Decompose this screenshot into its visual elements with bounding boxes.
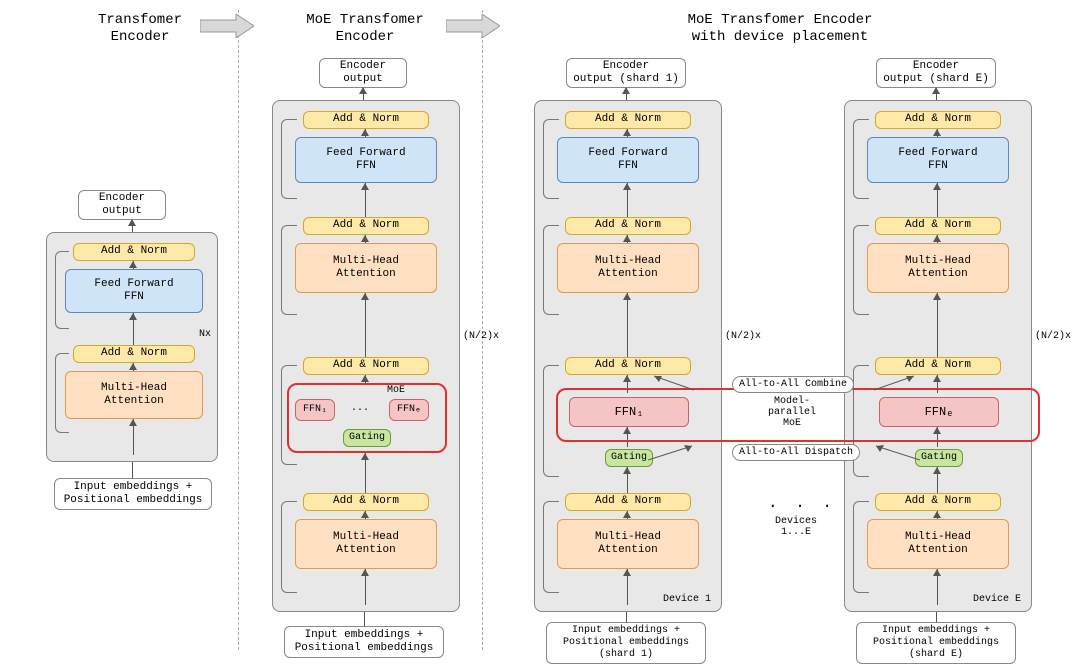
title-moe: MoE Transfomer Encoder: [270, 12, 460, 46]
progress-arrow-1: [200, 14, 254, 38]
mha-d1a: Multi-Head Attention: [557, 243, 699, 293]
dispatch-arrows: [648, 440, 920, 464]
moe-label-2: MoE: [387, 385, 405, 396]
nx-label: Nx: [199, 329, 211, 340]
device1-label: Device 1: [663, 594, 711, 605]
n2x-label-dE: (N/2)x: [1035, 331, 1071, 342]
input-2: Input embeddings + Positional embeddings: [284, 626, 444, 658]
encoder-output-2: Encoder output: [319, 58, 407, 88]
addnorm-dEb: Add & Norm: [875, 217, 1001, 235]
encoder-container-2: Add & Norm Feed Forward FFN Add & Norm M…: [272, 100, 460, 612]
encoder-container-1: Add & Norm Feed Forward FFN Add & Norm M…: [46, 232, 218, 462]
mha-1: Multi-Head Attention: [65, 371, 203, 419]
device-dots: . . .: [768, 494, 836, 512]
addnorm-2a: Add & Norm: [303, 111, 429, 129]
addnorm-2d: Add & Norm: [303, 493, 429, 511]
mha-dEa: Multi-Head Attention: [867, 243, 1009, 293]
mha-dEb: Multi-Head Attention: [867, 519, 1009, 569]
encoder-output-1: Encoder output: [78, 190, 166, 220]
progress-arrow-2: [446, 14, 500, 38]
ffn-d1: Feed Forward FFN: [557, 137, 699, 183]
devices-label: Devices 1...E: [766, 516, 826, 538]
expert-ffnE-2: FFNₑ: [389, 399, 429, 421]
addnorm-2c: Add & Norm: [303, 357, 429, 375]
addnorm-d1a: Add & Norm: [565, 111, 691, 129]
mp-moe-label: Model-parallel MoE: [752, 396, 832, 429]
ffn-1: Feed Forward FFN: [65, 269, 203, 313]
addnorm-dEd: Add & Norm: [875, 493, 1001, 511]
addnorm-d1b: Add & Norm: [565, 217, 691, 235]
mha-2a: Multi-Head Attention: [295, 243, 437, 293]
deviceE-label: Device E: [973, 594, 1021, 605]
n2x-label-2: (N/2)x: [463, 331, 499, 342]
encoder-output-sh1: Encoder output (shard 1): [566, 58, 686, 88]
encoder-container-d1: Add & Norm Feed Forward FFN Add & Norm M…: [534, 100, 722, 612]
residual-1b: [55, 353, 69, 433]
expert-ellipsis-2: ...: [351, 403, 369, 414]
encoder-output-shE: Encoder output (shard E): [876, 58, 996, 88]
addnorm-1a: Add & Norm: [73, 243, 195, 261]
mha-2b: Multi-Head Attention: [295, 519, 437, 569]
ffn-dE: Feed Forward FFN: [867, 137, 1009, 183]
gating-2: Gating: [343, 429, 391, 447]
title-moe-device: MoE Transfomer Encoder with device place…: [620, 12, 940, 46]
expert-ffn1-2: FFN₁: [295, 399, 335, 421]
input-1: Input embeddings + Positional embeddings: [54, 478, 212, 510]
residual-1a: [55, 251, 69, 329]
title-transformer: Transfomer Encoder: [60, 12, 220, 46]
mha-d1b: Multi-Head Attention: [557, 519, 699, 569]
gating-d1: Gating: [605, 449, 653, 467]
input-sh1: Input embeddings + Positional embeddings…: [546, 622, 706, 664]
combine-arrows: [654, 372, 914, 394]
n2x-label-d1: (N/2)x: [725, 331, 761, 342]
encoder-container-dE: Add & Norm Feed Forward FFN Add & Norm M…: [844, 100, 1032, 612]
addnorm-d1d: Add & Norm: [565, 493, 691, 511]
addnorm-1b: Add & Norm: [73, 345, 195, 363]
addnorm-dEa: Add & Norm: [875, 111, 1001, 129]
gating-dE: Gating: [915, 449, 963, 467]
addnorm-2b: Add & Norm: [303, 217, 429, 235]
ffn-2: Feed Forward FFN: [295, 137, 437, 183]
input-shE: Input embeddings + Positional embeddings…: [856, 622, 1016, 664]
